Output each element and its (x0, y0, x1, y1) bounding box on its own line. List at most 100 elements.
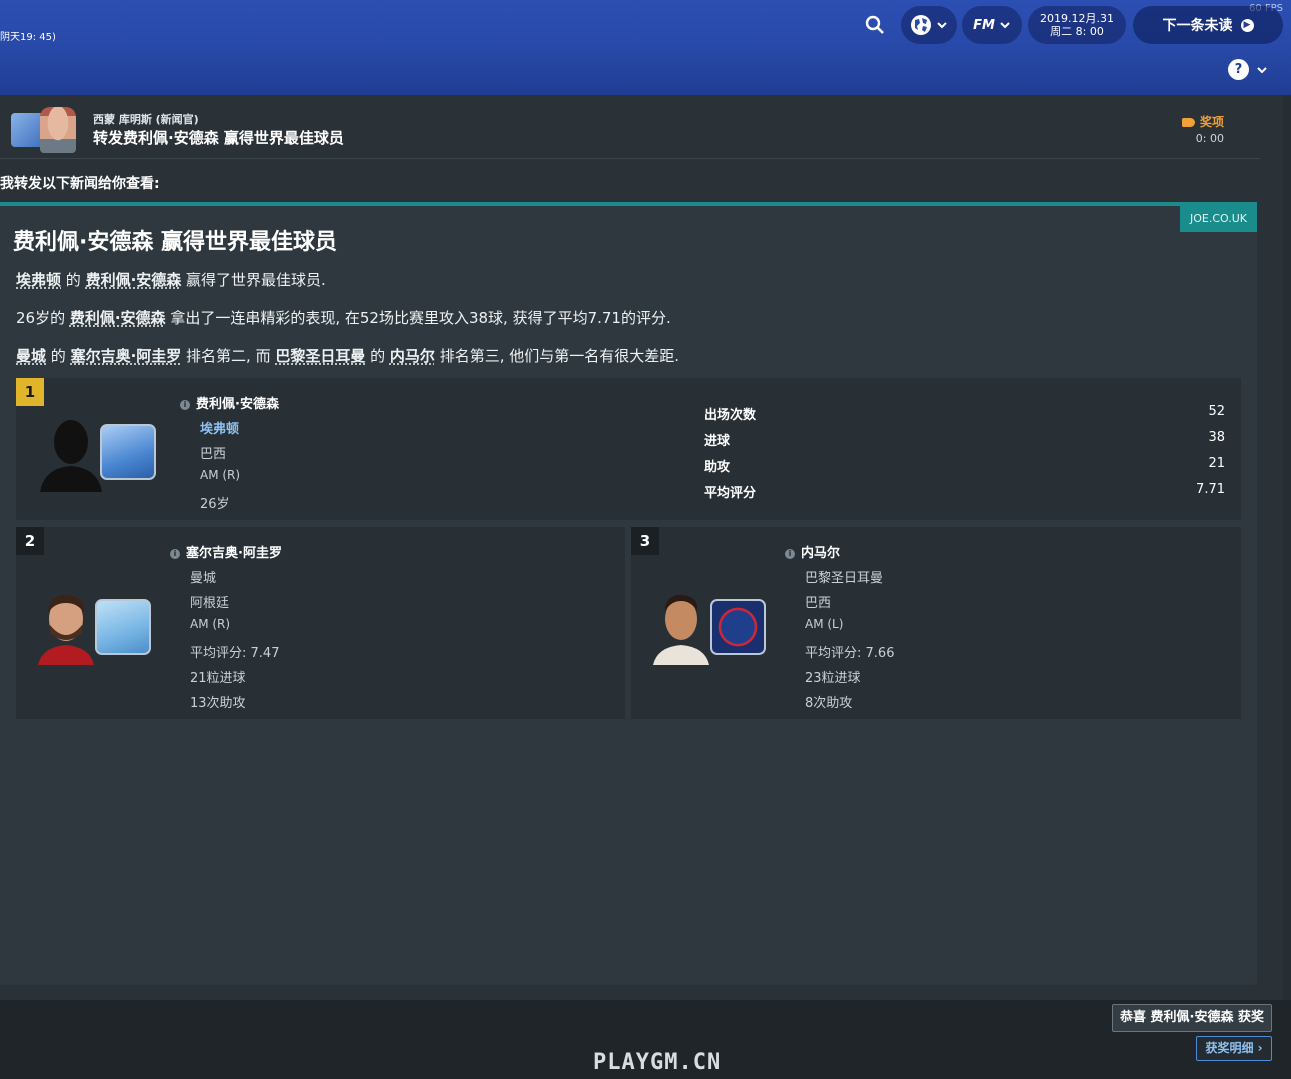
text-span: 的 (365, 347, 390, 365)
text-span: 26岁的 (16, 309, 70, 327)
player-photo[interactable] (653, 589, 709, 665)
news-article: JOE.CO.UK 费利佩·安德森 赢得世界最佳球员 埃弗顿 的 费利佩·安德森… (0, 202, 1257, 985)
player-goals: 23粒进球 (805, 671, 861, 686)
player-name[interactable]: i 塞尔吉奥·阿圭罗 (170, 542, 282, 561)
club-badge[interactable] (710, 599, 766, 655)
rating-value: : 7.47 (242, 646, 280, 661)
fm-menu-button[interactable]: FM (962, 6, 1022, 44)
chevron-down-icon[interactable] (1256, 64, 1268, 76)
info-icon: i (180, 399, 190, 410)
player-goals: 21粒进球 (190, 671, 246, 686)
article-paragraph: 埃弗顿 的 费利佩·安德森 赢得了世界最佳球员. (16, 269, 326, 290)
player-silhouette-icon[interactable] (38, 416, 104, 492)
help-icon[interactable]: ? (1228, 59, 1249, 80)
player-nation: 阿根廷 (190, 596, 230, 611)
chevron-down-icon (1000, 22, 1010, 29)
intro-text: 我转发以下新闻给你查看: (0, 176, 160, 192)
club-badge[interactable] (100, 424, 156, 480)
text-span: 的 (46, 347, 71, 365)
rating-value: : 7.66 (857, 646, 895, 661)
top-bar: 阴天19: 45) 60 FPS FM 2019.12月.31 周二 8: 00… (0, 0, 1291, 95)
message-header: 西蒙 库明斯 (新闻官) 转发费利佩·安德森 赢得世界最佳球员 奖项 0: 00 (0, 95, 1260, 159)
player-assists: 8次助攻 (805, 696, 853, 711)
next-unread-label: 下一条未读 (1162, 18, 1233, 34)
text-span: 的 (61, 271, 86, 289)
stat-label: 助攻 (704, 460, 731, 475)
sender-avatar[interactable] (40, 107, 76, 153)
player-position: AM (L) (805, 617, 844, 631)
stat-value: 52 (1208, 404, 1225, 419)
player-name[interactable]: i 内马尔 (785, 542, 840, 561)
text-span: 拿出了一连串精彩的表现, 在52场比赛里攻入38球, 获得了平均7.71的评分. (165, 309, 671, 327)
player-position: AM (R) (200, 468, 241, 482)
article-paragraph: 26岁的 费利佩·安德森 拿出了一连串精彩的表现, 在52场比赛里攻入38球, … (16, 307, 671, 328)
stat-label: 平均评分 (704, 486, 757, 501)
date-text: 2019.12月.31 (1040, 12, 1114, 25)
player-club[interactable]: 埃弗顿 (200, 418, 239, 437)
rating-label: 平均评分 (190, 646, 243, 661)
stat-value: 21 (1208, 456, 1225, 471)
category-tag: 奖项 (1181, 113, 1224, 130)
bottom-bar: 恭喜 费利佩·安德森 获奖 获奖明细 › PLAYGM.CN (0, 1000, 1291, 1079)
player-link[interactable]: 费利佩·安德森 (70, 309, 166, 327)
next-unread-button[interactable]: 下一条未读 ▶ (1133, 6, 1283, 44)
search-icon (865, 15, 884, 34)
message-time: 0: 00 (1195, 132, 1224, 145)
text-span: 赢得了世界最佳球员. (181, 271, 326, 289)
fm-logo: FM (973, 17, 995, 33)
text-span: 排名第三, 他们与第一名有很大差距. (434, 347, 679, 365)
award-details-button[interactable]: 获奖明细 › (1196, 1036, 1272, 1061)
message-panel: 西蒙 库明斯 (新闻官) 转发费利佩·安德森 赢得世界最佳球员 奖项 0: 00… (0, 95, 1283, 1000)
tag-icon (1181, 118, 1195, 127)
rank-badge: 2 (16, 527, 44, 555)
source-tag: JOE.CO.UK (1179, 206, 1257, 232)
arrow-right-icon: ▶ (1240, 18, 1254, 32)
player-link[interactable]: 塞尔吉奥·阿圭罗 (71, 347, 182, 365)
player-card-first: 1 i 费利佩·安德森 埃弗顿 巴西 AM (R) 26岁 出场次数 52 进球 … (16, 378, 1241, 520)
player-nation: 巴西 (200, 447, 227, 462)
game-time-text: 阴天19: 45) (0, 32, 56, 43)
stat-label: 进球 (704, 434, 731, 449)
player-assists: 13次助攻 (190, 696, 246, 711)
club-link[interactable]: 巴黎圣日耳曼 (275, 347, 365, 365)
rating-label: 平均评分 (805, 646, 858, 661)
club-link[interactable]: 曼城 (16, 347, 46, 365)
sender-name[interactable]: 西蒙 库明斯 (新闻官) (93, 111, 199, 127)
player-name-text: 费利佩·安德森 (196, 397, 279, 412)
globe-icon (911, 15, 931, 35)
player-link[interactable]: 费利佩·安德森 (86, 271, 182, 289)
player-name-text: 塞尔吉奥·阿圭罗 (186, 546, 282, 561)
stat-value: 38 (1208, 430, 1225, 445)
stat-label: 出场次数 (704, 408, 757, 423)
player-name[interactable]: i 费利佩·安德森 (180, 393, 279, 412)
congratulate-button[interactable]: 恭喜 费利佩·安德森 获奖 (1112, 1004, 1272, 1032)
player-age: 26岁 (200, 497, 230, 512)
stat-value: 7.71 (1196, 482, 1225, 497)
player-rating: 平均评分: 7.47 (190, 642, 279, 661)
world-menu-button[interactable] (901, 6, 957, 44)
rank-badge: 1 (16, 378, 44, 406)
article-title: 费利佩·安德森 赢得世界最佳球员 (13, 230, 338, 255)
club-badge[interactable] (95, 599, 151, 655)
player-card-third: 3 i 内马尔 巴黎圣日耳曼 巴西 AM (L) 平均评分: 7.66 23粒进球… (631, 527, 1241, 719)
info-icon: i (170, 548, 180, 559)
watermark-text: PLAYGM.CN (593, 1050, 722, 1075)
category-label: 奖项 (1199, 115, 1224, 129)
player-nation: 巴西 (805, 596, 832, 611)
player-card-second: 2 i 塞尔吉奥·阿圭罗 曼城 阿根廷 AM (R) 平均评分: 7.47 21粒… (16, 527, 625, 719)
player-position: AM (R) (190, 617, 231, 631)
player-link[interactable]: 内马尔 (390, 347, 435, 365)
search-button[interactable] (858, 6, 892, 44)
info-icon: i (785, 548, 795, 559)
message-subject: 转发费利佩·安德森 赢得世界最佳球员 (93, 129, 344, 147)
article-paragraph: 曼城 的 塞尔吉奥·阿圭罗 排名第二, 而 巴黎圣日耳曼 的 内马尔 排名第三,… (16, 345, 679, 366)
player-rating: 平均评分: 7.66 (805, 642, 894, 661)
player-photo[interactable] (38, 589, 94, 665)
chevron-down-icon (937, 22, 947, 29)
calendar-button[interactable]: 2019.12月.31 周二 8: 00 (1028, 6, 1126, 44)
club-link[interactable]: 埃弗顿 (16, 271, 61, 289)
time-text: 周二 8: 00 (1050, 25, 1104, 38)
player-club[interactable]: 巴黎圣日耳曼 (805, 567, 883, 586)
player-club[interactable]: 曼城 (190, 567, 216, 586)
player-name-text: 内马尔 (801, 546, 841, 561)
